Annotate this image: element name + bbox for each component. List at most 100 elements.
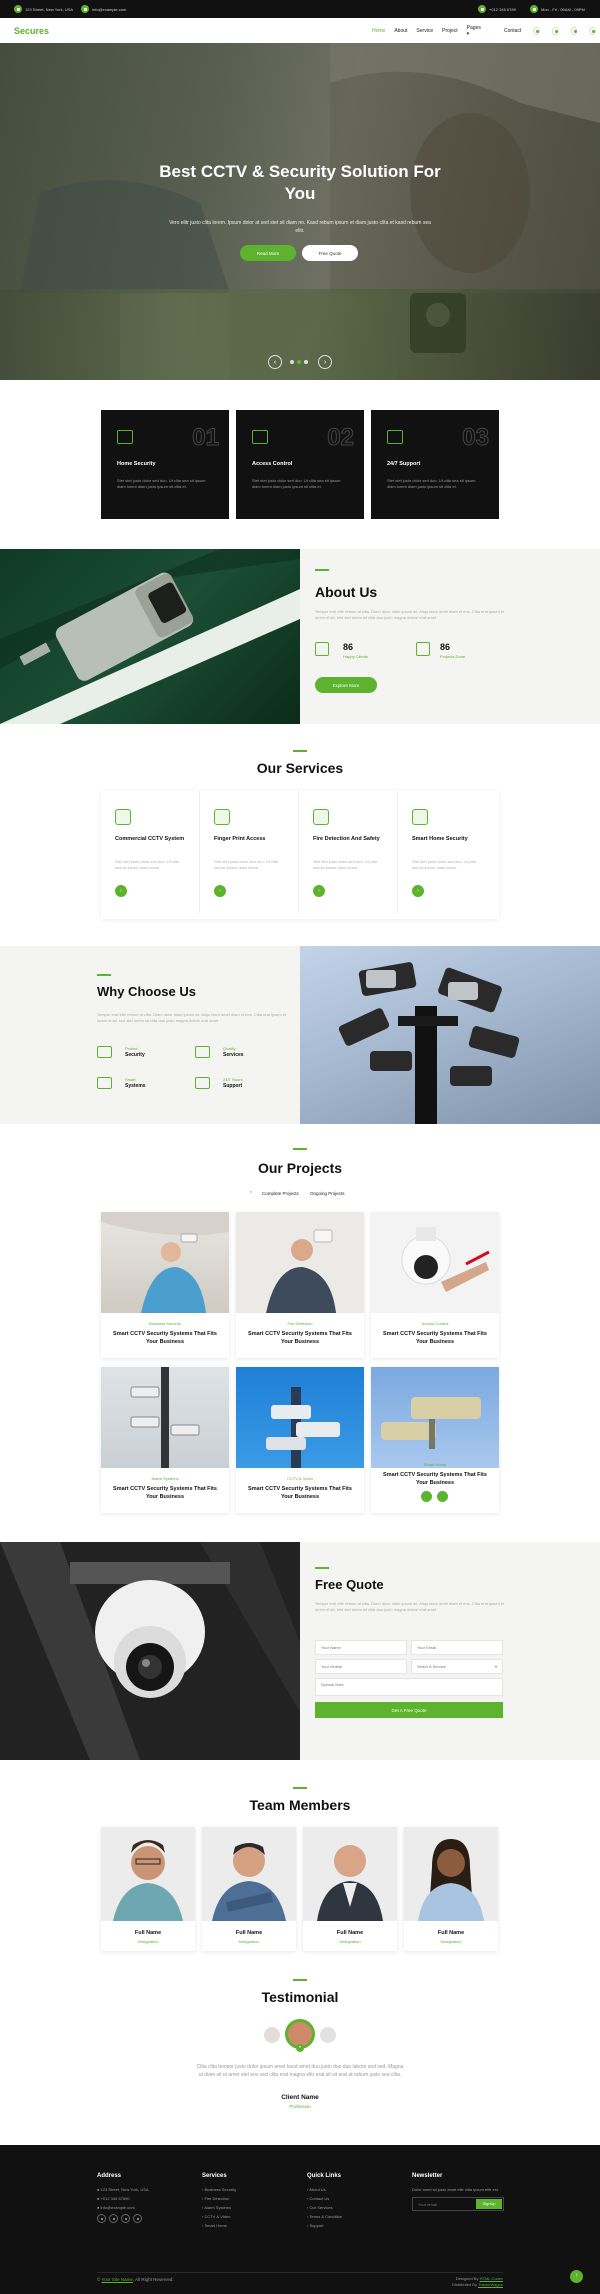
free-quote-button[interactable]: Free Quote: [302, 245, 358, 261]
footer-heading: Quick Links: [307, 2173, 342, 2179]
footer-heading: Newsletter: [412, 2173, 443, 2179]
service-card[interactable]: Commercial CCTV System Stet stet justo d…: [101, 791, 200, 913]
project-category: Access Control: [421, 1321, 449, 1326]
facebook-icon[interactable]: [533, 26, 540, 35]
footer-address-text: 123 Street, New York, USA: [100, 2187, 149, 2192]
support-icon: [387, 430, 403, 444]
back-to-top-button[interactable]: ↑: [570, 2270, 583, 2283]
nav-about[interactable]: About: [394, 28, 407, 34]
arrow-right-icon[interactable]: ›: [115, 885, 127, 897]
project-card[interactable]: Smart Home Smart CCTV Security Systems T…: [371, 1367, 499, 1513]
filter-all[interactable]: *: [250, 1191, 252, 1197]
footer-services-col: Services › Business Security › Fire Dete…: [202, 2173, 236, 2232]
nav-service[interactable]: Service: [416, 28, 433, 34]
client-avatar-thumb[interactable]: [264, 2027, 280, 2043]
service-card[interactable]: Smart Home Security Stet stet justo dolo…: [398, 791, 497, 913]
mobile-input[interactable]: Your Mobile: [315, 1659, 407, 1674]
hero-subtitle: Vero elitr justo clita lorem. Ipsum dolo…: [169, 220, 431, 234]
footer-link[interactable]: › Business Security: [202, 2187, 236, 2192]
carousel-next-button[interactable]: ›: [318, 355, 332, 369]
email-input[interactable]: Your Email: [411, 1640, 503, 1655]
twitter-icon[interactable]: [551, 26, 559, 35]
arrow-right-icon[interactable]: ›: [412, 885, 424, 897]
topbar-hours: Mon - Fri : 09AM - 09PM: [541, 6, 585, 12]
team-card[interactable]: Full Name Designation: [202, 1827, 296, 1951]
link-icon[interactable]: [437, 1491, 448, 1502]
footer-link[interactable]: › Support: [307, 2223, 342, 2228]
service-card[interactable]: Finger Print Access Stet stet justo dolo…: [200, 791, 299, 913]
get-quote-button[interactable]: Get A Free Quote: [315, 1702, 503, 1718]
filter-complete[interactable]: Complete Projects: [262, 1191, 299, 1196]
footer-link[interactable]: › Alarm Systems: [202, 2205, 236, 2210]
footer-link[interactable]: › Terms & Condition: [307, 2214, 342, 2219]
logo[interactable]: Secures: [14, 26, 49, 36]
team-photo: [404, 1827, 498, 1921]
special-note-textarea[interactable]: Special Note: [315, 1678, 503, 1696]
team-photo: [202, 1827, 296, 1921]
feature-card: 03 24/7 Support Stet stet justo dolor se…: [371, 410, 499, 519]
hero-title: Best CCTV & Security Solution For You: [159, 162, 441, 203]
nav-contact[interactable]: Contact: [504, 28, 521, 34]
why-item-kicker: Smart: [125, 1077, 136, 1082]
signup-button[interactable]: SignUp: [476, 2199, 502, 2209]
arrow-right-icon[interactable]: ›: [313, 885, 325, 897]
explore-more-button[interactable]: Explore More: [315, 677, 377, 693]
arrow-right-icon[interactable]: ›: [214, 885, 226, 897]
quote-section: Free Quote Tempor erat elitr rebum at cl…: [300, 1542, 600, 1760]
service-card[interactable]: Fire Detection And Safety Stet stet just…: [299, 791, 398, 913]
read-more-button[interactable]: Read More: [240, 245, 296, 261]
topbar-email[interactable]: info@example.com: [92, 7, 126, 12]
project-category: Alarm Systems: [151, 1476, 179, 1481]
footer-link[interactable]: › Fire Detection: [202, 2196, 236, 2201]
access-control-icon: [252, 430, 268, 444]
distributor-link[interactable]: ThemeWagon: [478, 2282, 503, 2287]
facebook-icon[interactable]: [109, 2214, 118, 2223]
cctv-icon: [115, 809, 131, 825]
nav-project[interactable]: Project: [442, 28, 458, 34]
service-select[interactable]: Select A Service ▾: [411, 1659, 503, 1674]
youtube-icon[interactable]: [121, 2214, 130, 2223]
home-security-icon: [117, 430, 133, 444]
project-image: [101, 1212, 229, 1313]
project-title: Smart CCTV Security Systems That Fits Yo…: [113, 1331, 217, 1345]
linkedin-icon[interactable]: [133, 2214, 142, 2223]
service-title: Commercial CCTV System: [115, 836, 185, 842]
project-card[interactable]: Alarm Systems Smart CCTV Security System…: [101, 1367, 229, 1513]
footer-email: ● info@example.com: [97, 2205, 149, 2210]
filter-ongoing[interactable]: Ongoing Projects: [310, 1191, 345, 1196]
linkedin-icon[interactable]: [570, 26, 578, 35]
client-avatar-thumb[interactable]: [320, 2027, 336, 2043]
footer: Address ● 123 Street, New York, USA ● +0…: [0, 2145, 600, 2294]
carousel-dot[interactable]: [290, 360, 294, 364]
name-input[interactable]: Your Name: [315, 1640, 407, 1655]
site-name-link[interactable]: Your Site Name: [102, 2277, 133, 2282]
team-card[interactable]: Full Name Designation: [404, 1827, 498, 1951]
project-card[interactable]: Access Control Smart CCTV Security Syste…: [371, 1212, 499, 1358]
footer-link[interactable]: › About Us: [307, 2187, 342, 2192]
project-card[interactable]: Fire Detection Smart CCTV Security Syste…: [236, 1212, 364, 1358]
project-category: Smart Home: [423, 1462, 447, 1467]
team-card[interactable]: Full Name Designation: [303, 1827, 397, 1951]
twitter-icon[interactable]: [97, 2214, 106, 2223]
service-select-value: Select A Service: [417, 1664, 446, 1669]
designer-link[interactable]: HTML Codex: [480, 2276, 503, 2281]
nav-home[interactable]: Home: [372, 28, 385, 34]
member-name: Full Name: [235, 1930, 263, 1936]
nav-pages[interactable]: Pages ▾: [467, 25, 495, 37]
footer-link[interactable]: › CCTV & Video: [202, 2214, 236, 2219]
team-card[interactable]: Full Name Designation: [101, 1827, 195, 1951]
eye-icon[interactable]: [421, 1491, 432, 1502]
carousel-dot[interactable]: [304, 360, 308, 364]
newsletter-email-input[interactable]: Your email: [418, 2202, 437, 2207]
topbar-phone[interactable]: +012 345 6789: [489, 7, 516, 12]
footer-link[interactable]: › Smart Home: [202, 2223, 236, 2228]
carousel-prev-button[interactable]: ‹: [268, 355, 282, 369]
project-card[interactable]: Business Security Smart CCTV Security Sy…: [101, 1212, 229, 1358]
section-accent-line: [293, 750, 307, 752]
footer-newsletter-col: Newsletter Dolor amet sit justo amet eli…: [412, 2173, 504, 2211]
carousel-dot-active[interactable]: [297, 360, 301, 364]
footer-link[interactable]: › Our Services: [307, 2205, 342, 2210]
project-card[interactable]: CCTV & Video Smart CCTV Security Systems…: [236, 1367, 364, 1513]
footer-link[interactable]: › Contact Us: [307, 2196, 342, 2201]
instagram-icon[interactable]: [589, 26, 597, 35]
